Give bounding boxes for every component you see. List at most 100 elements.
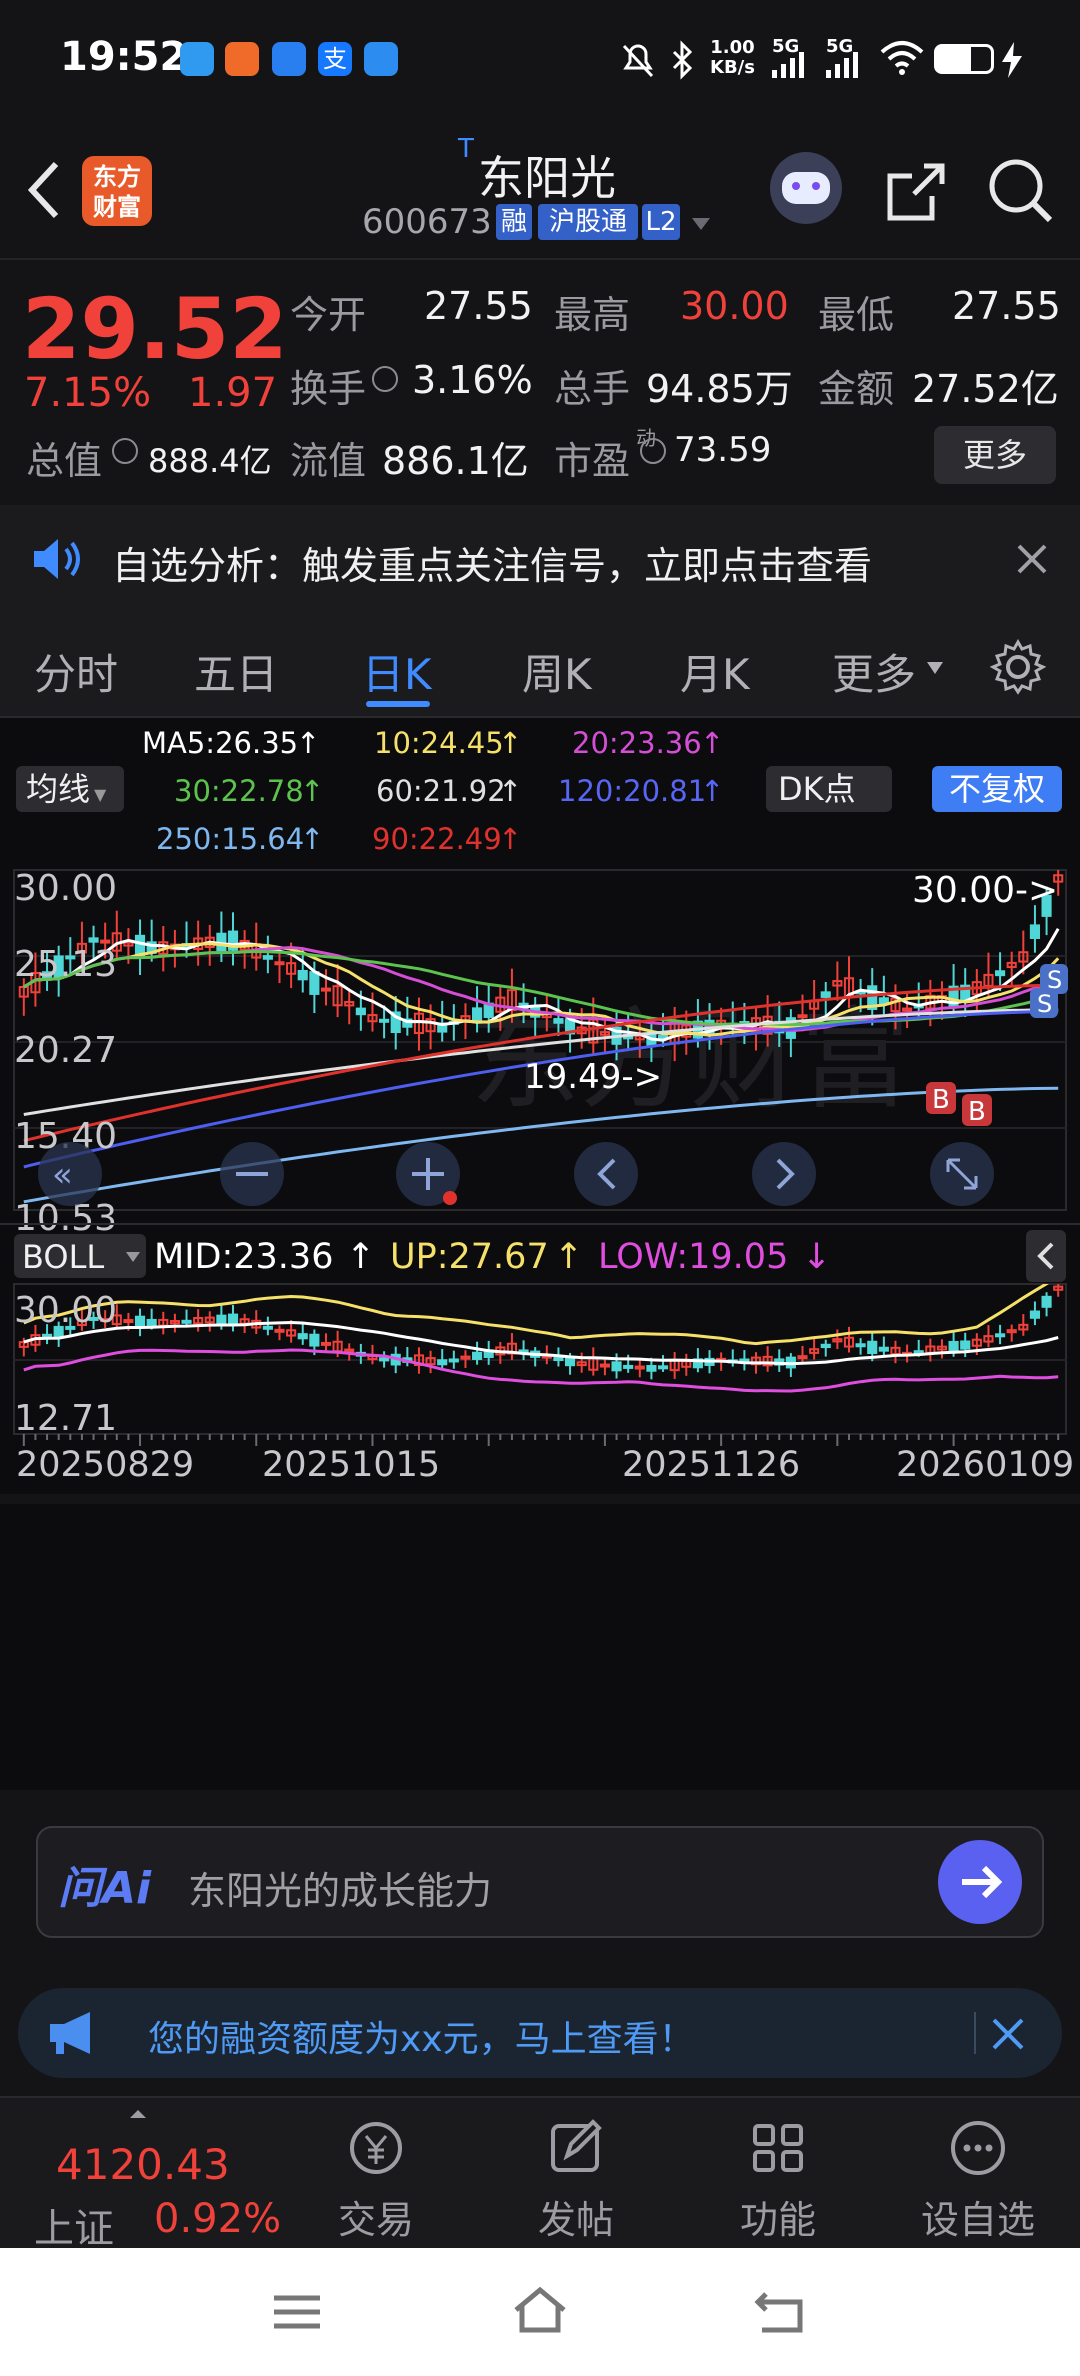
dk-point-button[interactable]: DK点 [766, 766, 892, 812]
pe-label: 市盈 [554, 439, 631, 483]
turnover-info-icon[interactable] [372, 366, 398, 392]
stock-name: 东阳光 [478, 151, 616, 205]
ai-logo: 问Ai [58, 1863, 152, 1914]
change-percent: 7.15% [24, 370, 152, 416]
menu-icon[interactable] [272, 2292, 322, 2332]
tab-weekly-k[interactable]: 周K [522, 641, 592, 702]
low-value: 27.55 [952, 284, 1061, 328]
dropdown-icon[interactable] [690, 216, 712, 232]
signal-s-2-label: S [1037, 990, 1052, 1018]
last-price: 29.52 [22, 280, 288, 378]
candle-body [960, 1340, 971, 1350]
eastmoney-logo[interactable]: 东方 财富 [82, 156, 152, 226]
index-up-icon [130, 2110, 146, 2118]
ma120-arrow: ↑ [700, 774, 725, 808]
more-tab-dropdown-icon[interactable] [926, 661, 944, 675]
signal-b-1-label: B [932, 1085, 950, 1115]
candle-body [634, 1365, 645, 1370]
kline-chart[interactable]: 东方财富 30.00 25.13 20.27 15.40 10.53 30.00… [0, 868, 1080, 1790]
margin-tag: 融 [496, 204, 532, 240]
margin-promo-bar[interactable]: 您的融资额度为xx元，马上查看！ [18, 1988, 1062, 2078]
system-nav-bar [0, 2248, 1080, 2376]
net-speed-value: 1.00 [710, 37, 755, 58]
y-label-1: 25.13 [14, 944, 117, 985]
nav-function[interactable]: 功能 [708, 2116, 848, 2244]
back-nav-icon[interactable] [752, 2288, 808, 2334]
notice-text: 自选分析：触发重点关注信号，立即点击查看 [112, 544, 873, 588]
message-notification-icon [272, 42, 306, 76]
collapse-indicator-button [1026, 1230, 1066, 1282]
chart-settings-gear-icon[interactable] [990, 639, 1046, 695]
candle-body [820, 991, 831, 998]
boll-candles-group [18, 1284, 1064, 1380]
high-value: 30.00 [680, 284, 789, 328]
candle-body [181, 1319, 192, 1324]
pe-info-icon[interactable] [640, 438, 666, 464]
volume-label: 总手 [554, 367, 631, 411]
nav-add-watchlist[interactable]: 设自选 [908, 2116, 1048, 2244]
tab-monthly-k[interactable]: 月K [680, 641, 750, 702]
boll-mid-line [23, 1320, 1059, 1366]
signal-b-2-label: B [968, 1097, 986, 1127]
candle-body [274, 961, 285, 966]
candle-body [100, 939, 111, 944]
ai-send-button[interactable] [938, 1840, 1022, 1924]
adjust-button[interactable]: 不复权 [932, 766, 1062, 812]
candle-body [355, 1007, 366, 1016]
home-icon[interactable] [510, 2284, 570, 2334]
candle-body [472, 1007, 483, 1022]
signal-notice-bar[interactable]: 自选分析：触发重点关注信号，立即点击查看 [0, 505, 1080, 613]
robot-assistant-icon[interactable] [770, 152, 842, 224]
candle-body [297, 1333, 308, 1340]
index-name[interactable]: 上证 [34, 2196, 114, 2254]
ma20-arrow: ↑ [700, 726, 725, 760]
search-icon[interactable] [986, 156, 1056, 226]
tab-daily-k[interactable]: 日K [362, 641, 432, 702]
title-mark: T [458, 134, 474, 164]
signal-b-1: B [926, 1082, 956, 1115]
index-value[interactable]: 4120.43 [56, 2140, 230, 2189]
arrow-right-icon [962, 1865, 1003, 1899]
candle-body [1029, 1310, 1041, 1319]
nav-post-label: 发帖 [537, 2198, 614, 2242]
close-icon[interactable] [1016, 543, 1048, 575]
open-label: 今开 [290, 293, 367, 337]
ma10-arrow: ↑ [498, 726, 523, 760]
ai-input[interactable]: 东阳光的成长能力 [188, 1860, 492, 1915]
nav-trade[interactable]: 交易 [306, 2116, 446, 2244]
candle-body [437, 1359, 448, 1366]
nav-function-label: 功能 [739, 2198, 816, 2242]
signal-b-2: B [962, 1094, 992, 1127]
ma20-legend: 20:23.36 [572, 726, 702, 760]
mktcap-info-icon[interactable] [112, 438, 138, 464]
candle-body [948, 1340, 959, 1353]
speaker-icon [34, 539, 80, 579]
signal-bars-2-icon [826, 52, 858, 78]
share-icon[interactable] [884, 160, 948, 224]
ai-question-bar[interactable]: 问Ai 东阳光的成长能力 [36, 1826, 1044, 1938]
candle-body [564, 1357, 576, 1367]
nav-post[interactable]: 发帖 [506, 2116, 646, 2244]
boll-low-arrow: ↓ [802, 1237, 831, 1277]
min-price-marker: 19.49-> [524, 1057, 662, 1097]
ma-selector[interactable]: 均线 ▼ [16, 766, 124, 812]
index-change[interactable]: 0.92% [154, 2196, 281, 2242]
float-label: 流值 [290, 439, 367, 483]
y-label-0: 30.00 [14, 868, 117, 909]
more-button[interactable]: 更多 [934, 426, 1056, 484]
candle-body [123, 1319, 134, 1324]
tab-5day[interactable]: 五日 [194, 641, 278, 702]
candle-body [646, 1365, 657, 1372]
tab-intraday[interactable]: 分时 [34, 641, 118, 702]
close-icon[interactable] [990, 2016, 1026, 2052]
max-price-marker: 30.00-> [912, 870, 1058, 911]
l2-tag: L2 [642, 204, 680, 240]
ma5-legend: MA5:26.35 [142, 726, 299, 760]
mktcap-value: 888.4亿 [148, 442, 272, 480]
tab-more[interactable]: 更多 [832, 641, 916, 702]
candle-body [227, 1313, 239, 1325]
amount-value: 27.52亿 [912, 367, 1059, 411]
ma250-legend: 250:15.64 [156, 822, 305, 856]
back-icon[interactable] [24, 160, 64, 220]
wifi-icon [880, 41, 924, 75]
